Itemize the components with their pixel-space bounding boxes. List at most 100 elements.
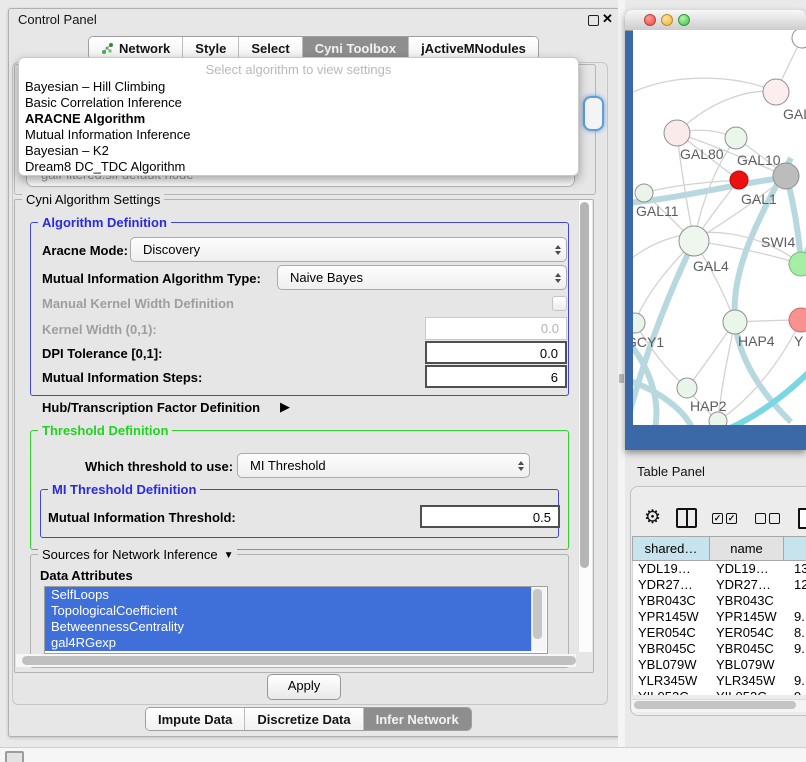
tab-select[interactable]: Select	[238, 37, 301, 59]
settings-horizontal-scrollbar-thumb[interactable]	[22, 656, 576, 665]
tab-network[interactable]: Network	[89, 37, 182, 59]
sources-title[interactable]: Sources for Network Inference▼	[38, 547, 237, 562]
close-icon[interactable]: ✕	[602, 11, 613, 27]
gear-icon[interactable]: ⚙	[644, 508, 661, 528]
network-node-gal4[interactable]	[679, 226, 709, 256]
node-label: HAP2	[690, 398, 727, 414]
network-node-gal10[interactable]	[725, 127, 747, 149]
kernel-width-label: Kernel Width (0,1):	[42, 322, 157, 337]
table-row[interactable]: YPR145WYPR145W9.	[633, 609, 806, 625]
mi-steps-label: Mutual Information Steps:	[42, 370, 202, 385]
status-bar-icon[interactable]	[5, 751, 24, 762]
apply-button[interactable]: Apply	[267, 674, 341, 700]
spinner-icon	[555, 273, 561, 283]
table-cell: YLR345W	[711, 673, 785, 689]
document-icon[interactable]	[798, 508, 806, 529]
unchecked-boxes-icon[interactable]	[755, 513, 783, 524]
algorithm-option[interactable]: Mutual Information Inference	[19, 127, 578, 143]
tab-infer-network[interactable]: Infer Network	[363, 708, 471, 730]
table-horizontal-scrollbar-thumb[interactable]	[634, 701, 796, 709]
tab-cyni-toolbox[interactable]: Cyni Toolbox	[302, 37, 408, 59]
which-threshold-select[interactable]: MI Threshold	[237, 453, 530, 478]
settings-vertical-scrollbar-thumb[interactable]	[580, 202, 589, 568]
network-graph	[633, 30, 806, 425]
columns-icon[interactable]	[676, 508, 697, 528]
table-row[interactable]: YBR043CYBR043C	[633, 593, 806, 609]
manual-kernel-width-checkbox[interactable]	[552, 296, 567, 311]
network-node-hap4[interactable]	[723, 310, 747, 334]
network-node-gal11[interactable]	[635, 184, 653, 202]
algorithm-option[interactable]: Bayesian – K2	[19, 143, 578, 159]
network-node[interactable]	[792, 30, 806, 48]
table-row[interactable]: YBR045CYBR045C9.	[633, 641, 806, 657]
column-header[interactable]: shared…	[632, 536, 710, 561]
data-attribute-item[interactable]: gal4RGexp	[45, 635, 537, 651]
table-header-row: shared…name	[632, 536, 806, 561]
network-node-gcy1[interactable]	[633, 313, 645, 333]
float-icon[interactable]	[588, 15, 599, 26]
algorithm-dropdown-items: Bayesian – Hill ClimbingBasic Correlatio…	[19, 79, 578, 175]
checked-boxes-icon[interactable]: ✓✓	[712, 513, 740, 524]
column-header[interactable]: name	[710, 536, 784, 561]
network-node-gal[interactable]	[763, 79, 789, 105]
attribute-list-scrollbar-thumb[interactable]	[533, 589, 542, 639]
tab-style[interactable]: Style	[182, 37, 238, 59]
zoom-window-icon[interactable]	[678, 14, 690, 26]
divider-handle[interactable]	[619, 374, 624, 383]
network-canvas[interactable]: GALGAL80GAL10GAL1GAL11GAL4SWI4GCY1HAP4YH…	[633, 30, 806, 425]
tab-impute-data[interactable]: Impute Data	[146, 708, 244, 730]
mi-algorithm-type-value: Naive Bayes	[290, 270, 363, 285]
network-node-gal1[interactable]	[730, 171, 748, 189]
tab-label: Discretize Data	[257, 712, 350, 727]
kernel-width-field[interactable]: 0.0	[425, 317, 567, 340]
table-row[interactable]: YDL19…YDL19…13	[633, 561, 806, 577]
algorithm-option[interactable]: Basic Correlation Inference	[19, 95, 578, 111]
aracne-mode-select[interactable]: Discovery	[130, 237, 567, 262]
manual-kernel-width-label: Manual Kernel Width Definition	[42, 296, 234, 311]
data-attribute-item[interactable]: SelfLoops	[45, 587, 537, 603]
data-attribute-item[interactable]: BetweennessCentrality	[45, 619, 537, 635]
mi-algorithm-type-label: Mutual Information Algorithm Type:	[42, 271, 261, 286]
tab-jactivemnodules[interactable]: jActiveMNodules	[408, 37, 538, 59]
table-cell: 9.	[785, 609, 806, 625]
application-window: Control Panel ✕ NetworkStyleSelectCyni T…	[0, 0, 806, 762]
table-row[interactable]: YDR27…YDR27…12	[633, 577, 806, 593]
table-cell: YBR043C	[633, 593, 711, 609]
dpi-tolerance-field[interactable]: 0.0	[425, 341, 567, 364]
table-cell: YER054C	[711, 625, 785, 641]
status-bar	[0, 747, 806, 762]
mi-threshold-field[interactable]: 0.5	[420, 505, 560, 528]
thick-edges	[633, 158, 806, 425]
table-cell: YPR145W	[711, 609, 785, 625]
mi-threshold-group-title: MI Threshold Definition	[48, 482, 200, 497]
table-cell	[785, 593, 806, 609]
network-node-y[interactable]	[789, 308, 806, 332]
table-row[interactable]: YER054CYER054C8.	[633, 625, 806, 641]
node-label: GAL	[783, 106, 806, 122]
column-header[interactable]	[784, 536, 806, 561]
table-cell: YPR145W	[633, 609, 711, 625]
algorithm-option[interactable]: Bayesian – Hill Climbing	[19, 79, 578, 95]
minimize-window-icon[interactable]	[661, 14, 673, 26]
table-row[interactable]: YBL079WYBL079W	[633, 657, 806, 673]
mi-algorithm-type-select[interactable]: Naive Bayes	[277, 265, 567, 290]
table-panel-title: Table Panel	[637, 464, 705, 479]
network-node-swi4[interactable]	[789, 252, 806, 276]
hub-definition-label[interactable]: Hub/Transcription Factor Definition	[42, 400, 260, 415]
table-row[interactable]: YIL053CYIL053C9.	[633, 689, 806, 695]
mi-steps-field[interactable]: 6	[425, 365, 567, 388]
tab-discretize-data[interactable]: Discretize Data	[244, 708, 362, 730]
table-cell: YBR043C	[711, 593, 785, 609]
network-node-gal80[interactable]	[664, 120, 690, 146]
algorithm-option[interactable]: ARACNE Algorithm	[19, 111, 578, 127]
tab-label: Impute Data	[158, 712, 232, 727]
algorithm-option[interactable]: Dream8 DC_TDC Algorithm	[19, 159, 578, 175]
expand-right-icon[interactable]: ▶	[280, 399, 290, 415]
focused-combo-fragment[interactable]	[583, 96, 604, 131]
data-attributes-list[interactable]: SelfLoopsTopologicalCoefficientBetweenne…	[44, 586, 548, 654]
table-row[interactable]: YLR345WYLR345W9.	[633, 673, 806, 689]
network-node-hap2[interactable]	[677, 378, 697, 398]
close-window-icon[interactable]	[644, 14, 656, 26]
data-attributes-label: Data Attributes	[40, 568, 133, 583]
data-attribute-item[interactable]: TopologicalCoefficient	[45, 603, 537, 619]
